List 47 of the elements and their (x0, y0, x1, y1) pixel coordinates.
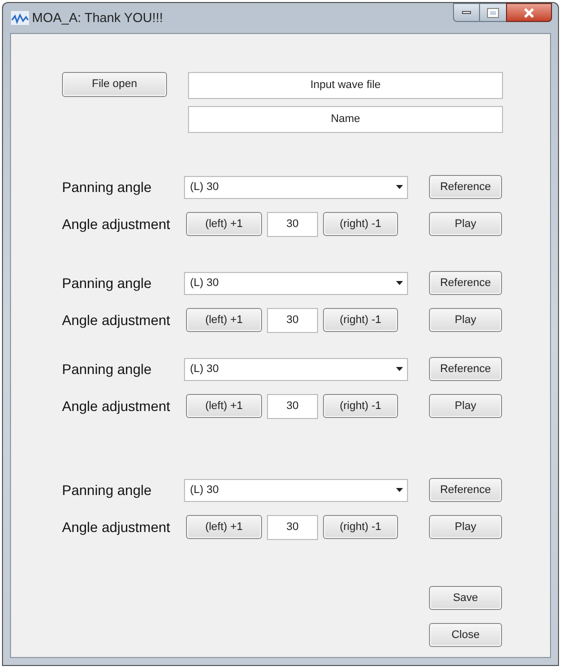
panning-angle-label: Panning angle (62, 360, 153, 379)
file-open-button[interactable]: File open (62, 72, 167, 97)
reference-button[interactable]: Reference (429, 478, 502, 502)
panning-angle-label: Panning angle (62, 480, 153, 500)
input-field[interactable]: Input wave file (188, 72, 503, 99)
right-decrement-button[interactable]: (right) -1 (323, 308, 398, 332)
reference-button[interactable]: Reference (429, 271, 502, 295)
play-button[interactable]: Play (429, 212, 502, 236)
angle-adjustment-label: Angle adjustment (62, 310, 172, 330)
play-button[interactable]: Play (429, 394, 502, 418)
panning-angle-label: Panning angle (62, 274, 153, 293)
left-increment-button[interactable]: (left) +1 (186, 394, 262, 418)
angle-field[interactable]: 30 (267, 212, 318, 236)
right-decrement-button[interactable]: (right) -1 (323, 212, 398, 236)
name-field[interactable]: Name (188, 106, 503, 133)
left-increment-button[interactable]: (left) +1 (186, 308, 262, 332)
dropdown-caret-icon (396, 367, 403, 371)
angle-adjustment-label: Angle adjustment (62, 396, 172, 416)
panning-dropdown[interactable]: (L) 30 (184, 358, 408, 380)
panning-dropdown[interactable]: (L) 30 (184, 478, 408, 502)
dialog-button[interactable]: Save (429, 586, 502, 610)
dialog-button[interactable]: Close (429, 623, 502, 647)
right-decrement-button[interactable]: (right) -1 (323, 515, 398, 539)
play-button[interactable]: Play (429, 515, 502, 539)
close-button[interactable] (506, 3, 552, 22)
angle-field[interactable]: 30 (267, 394, 318, 418)
right-decrement-button[interactable]: (right) -1 (323, 394, 398, 418)
angle-adjustment-label: Angle adjustment (62, 518, 172, 537)
minimize-button[interactable] (453, 3, 480, 22)
dropdown-caret-icon (396, 488, 403, 492)
maximize-button[interactable] (480, 3, 506, 22)
app-icon (11, 11, 29, 25)
left-increment-button[interactable]: (left) +1 (186, 515, 262, 539)
reference-button[interactable]: Reference (429, 357, 502, 381)
panning-dropdown[interactable]: (L) 30 (184, 176, 408, 198)
close-icon (523, 8, 535, 18)
angle-field[interactable]: 30 (267, 514, 318, 540)
left-increment-button[interactable]: (left) +1 (186, 212, 262, 236)
angle-adjustment-label: Angle adjustment (62, 214, 172, 234)
angle-field[interactable]: 30 (267, 308, 318, 332)
reference-button[interactable]: Reference (429, 175, 502, 199)
panning-angle-label: Panning angle (62, 178, 153, 197)
play-button[interactable]: Play (429, 308, 502, 332)
dropdown-caret-icon (396, 281, 403, 285)
panning-dropdown[interactable]: (L) 30 (184, 272, 408, 294)
dropdown-caret-icon (396, 185, 403, 189)
window-title: MOA_A: Thank YOU!!! (32, 9, 164, 28)
